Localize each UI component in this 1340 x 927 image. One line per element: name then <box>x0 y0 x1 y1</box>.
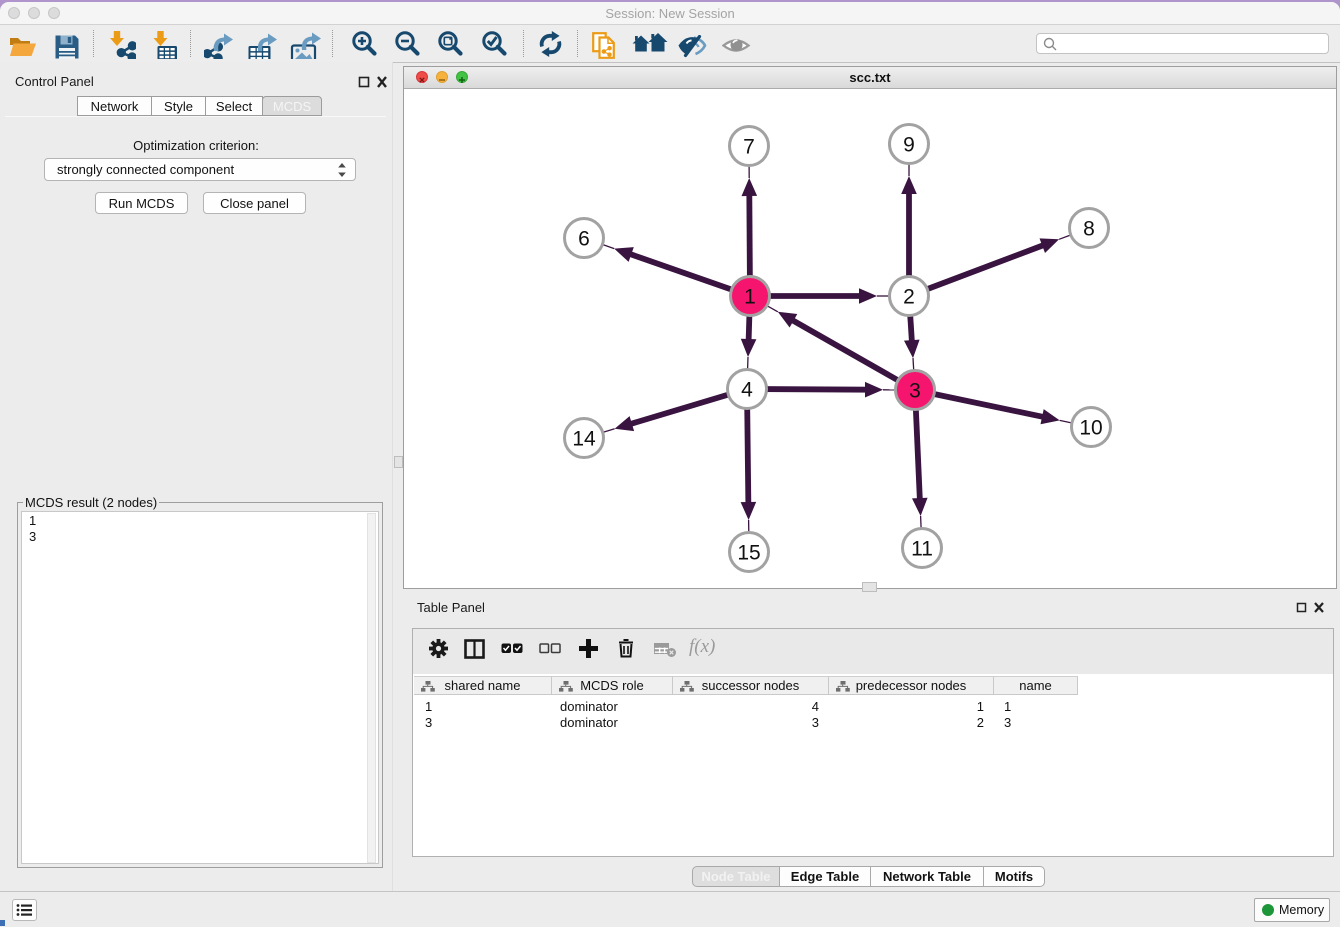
svg-text:3: 3 <box>909 380 921 403</box>
svg-text:9: 9 <box>903 134 915 157</box>
svg-text:7: 7 <box>743 136 755 159</box>
svg-text:14: 14 <box>572 428 596 451</box>
svg-text:15: 15 <box>737 542 760 565</box>
svg-text:10: 10 <box>1079 417 1102 440</box>
svg-text:8: 8 <box>1083 218 1095 241</box>
svg-text:2: 2 <box>903 286 915 309</box>
svg-text:1: 1 <box>744 286 756 309</box>
svg-text:6: 6 <box>578 228 590 251</box>
svg-text:4: 4 <box>741 379 753 402</box>
svg-text:11: 11 <box>911 538 933 561</box>
